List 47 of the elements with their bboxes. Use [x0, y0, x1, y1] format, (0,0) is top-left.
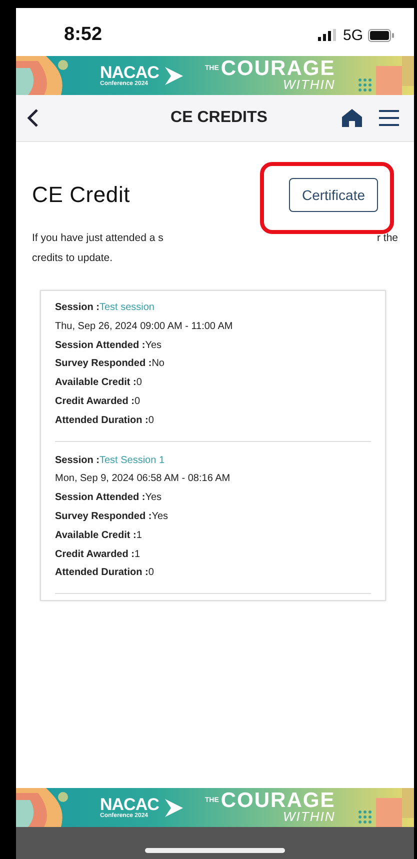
field-value: 0 — [134, 396, 140, 407]
field-value: No — [152, 358, 164, 370]
banner-headline: COURAGE — [220, 60, 336, 80]
field-value: 1 — [134, 548, 140, 560]
field-label: Available Credit : — [55, 530, 136, 541]
info-text: credits to update. — [32, 251, 113, 266]
field-value: 1 — [136, 530, 142, 541]
screen-title: CE CREDITS — [170, 109, 268, 127]
field-label: Survey Responded : — [55, 510, 152, 522]
battery-icon — [368, 28, 394, 42]
field-label: Attended Duration : — [55, 414, 148, 426]
menu-button[interactable] — [378, 109, 400, 127]
field-value: 0 — [148, 414, 154, 426]
session-link[interactable]: Test Session 1 — [99, 454, 165, 466]
logo-mark-icon — [162, 796, 185, 818]
time-text: 8:52 — [64, 23, 104, 46]
session-datetime: Mon, Sep 9, 2024 06:58 AM - 08:16 AM — [55, 472, 232, 486]
signal-icon — [318, 29, 338, 41]
back-button[interactable] — [26, 108, 40, 128]
field-label: Credit Awarded : — [55, 548, 134, 560]
field-label: Available Credit : — [55, 377, 136, 388]
certificate-button[interactable]: Certificate — [288, 178, 378, 212]
field-label: Session : — [55, 454, 100, 466]
field-value: 0 — [136, 377, 142, 388]
field-label: Credit Awarded : — [55, 396, 134, 407]
session-datetime: Thu, Sep 26, 2024 09:00 AM - 11:00 AM — [55, 320, 234, 334]
field-label: Session : — [55, 302, 100, 313]
brand-text: NACAC — [100, 64, 159, 81]
field-label: Session Attended : — [55, 492, 146, 504]
field-value: Yes — [145, 492, 162, 504]
field-value: Yes — [152, 510, 168, 522]
field-value: Yes — [145, 340, 162, 351]
network-text: 5G — [342, 26, 363, 44]
banner-tagline: WITHIN — [283, 79, 336, 91]
logo-mark-icon — [162, 64, 185, 86]
page-heading: CE Credit — [32, 182, 130, 208]
banner-tagline: WITHIN — [283, 811, 336, 823]
info-text: If you have just attended a s — [32, 231, 164, 246]
field-value: 0 — [148, 567, 154, 578]
home-button[interactable] — [342, 109, 362, 127]
field-label: Session Attended : — [55, 340, 146, 351]
info-text: r the — [376, 231, 398, 246]
brand-text: NACAC — [100, 796, 159, 813]
banner-headline: COURAGE — [220, 792, 336, 812]
field-label: Survey Responded : — [55, 358, 152, 370]
session-link[interactable]: Test session — [99, 302, 154, 313]
field-label: Attended Duration : — [55, 567, 148, 578]
